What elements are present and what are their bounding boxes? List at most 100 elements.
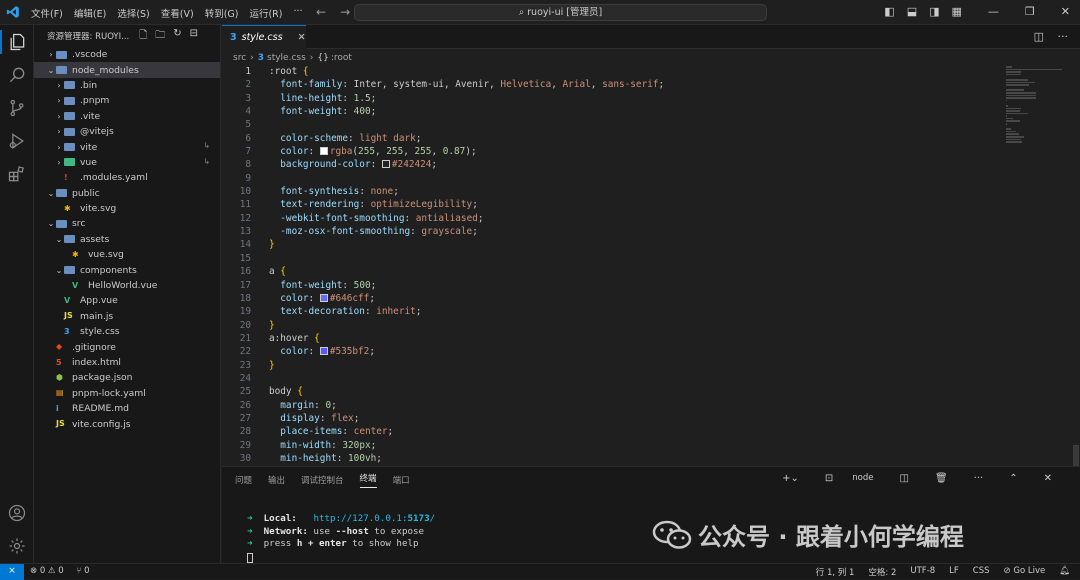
tree-item[interactable]: V App.vue <box>34 293 220 308</box>
tree-item[interactable]: ⌄ components <box>34 262 220 277</box>
tree-item-label: .vscode <box>72 49 108 61</box>
tab-style-css[interactable]: 3 style.css ✕ <box>222 25 306 49</box>
color-swatch[interactable] <box>381 160 390 169</box>
tree-item[interactable]: ⌄ assets <box>34 232 220 247</box>
new-terminal-icon[interactable]: +⌄ <box>782 473 799 484</box>
run-debug-icon[interactable] <box>7 131 27 151</box>
menu-edit[interactable]: 编辑(E) <box>74 6 106 20</box>
close-tab-icon[interactable]: ✕ <box>298 32 306 43</box>
tab-debug-console[interactable]: 调试控制台 <box>301 474 344 486</box>
explorer-icon[interactable] <box>7 32 27 52</box>
menu-goto[interactable]: 转到(G) <box>205 6 239 20</box>
tree-item[interactable]: V HelloWorld.vue <box>34 278 220 293</box>
tab-ports[interactable]: 端口 <box>393 474 410 486</box>
account-icon[interactable] <box>7 503 27 523</box>
tree-item[interactable]: ⬢ package.json <box>34 370 220 385</box>
customize-layout-icon[interactable]: ▦ <box>952 5 962 18</box>
minimize-icon[interactable]: — <box>988 5 999 18</box>
chevron-right-icon: › <box>250 53 254 63</box>
go-live-button[interactable]: ⊘ Go Live <box>1004 566 1046 578</box>
tree-item[interactable]: ✱ vue.svg <box>34 247 220 262</box>
menu-selection[interactable]: 选择(S) <box>117 6 149 20</box>
line-number: 7 <box>245 146 251 158</box>
new-file-icon[interactable]: 🗋 <box>139 28 147 45</box>
tree-item[interactable]: › .vite <box>34 109 220 124</box>
split-terminal-icon[interactable]: ◫ <box>900 473 909 484</box>
search-view-icon[interactable] <box>7 65 27 85</box>
tree-item[interactable]: i README.md <box>34 401 220 416</box>
breadcrumb-file[interactable]: style.css <box>267 53 306 63</box>
minimap[interactable] <box>1006 65 1072 165</box>
toggle-primary-sidebar-icon[interactable]: ◧ <box>884 5 894 18</box>
menu-view[interactable]: 查看(V) <box>161 6 194 20</box>
indentation[interactable]: 空格: 2 <box>868 566 896 578</box>
tree-item[interactable]: 5 index.html <box>34 355 220 370</box>
tree-item[interactable]: JS vite.config.js <box>34 416 220 431</box>
tree-item[interactable]: JS main.js <box>34 309 220 324</box>
chevron-right-icon: › <box>57 96 61 106</box>
toggle-secondary-sidebar-icon[interactable]: ◨ <box>929 5 939 18</box>
symlink-icon: ↳ <box>203 141 210 151</box>
tree-item[interactable]: ▤ pnpm-lock.yaml <box>34 386 220 401</box>
tab-problems[interactable]: 问题 <box>235 474 252 486</box>
tree-item[interactable]: ◆ .gitignore <box>34 339 220 354</box>
menu-more[interactable]: ··· <box>293 6 302 20</box>
cursor-position[interactable]: 行 1, 列 1 <box>816 566 855 578</box>
kill-terminal-icon[interactable]: 🗑 <box>935 473 948 484</box>
close-window-icon[interactable]: ✕ <box>1061 5 1070 18</box>
tree-item[interactable]: › .pnpm <box>34 93 220 108</box>
tree-item[interactable]: › .vscode <box>34 47 220 62</box>
color-swatch[interactable] <box>319 147 328 156</box>
language-mode[interactable]: CSS <box>973 566 990 578</box>
tree-item[interactable]: › @vitejs <box>34 124 220 139</box>
ports-status[interactable]: ⑂ 0 <box>76 566 89 576</box>
restore-icon[interactable]: ❐ <box>1025 5 1035 18</box>
end-of-line[interactable]: LF <box>949 566 959 578</box>
encoding[interactable]: UTF-8 <box>910 566 935 578</box>
problems-status[interactable]: ⊗ 0 ⚠ 0 <box>30 566 64 576</box>
tree-item[interactable]: ⌄ src <box>34 216 220 231</box>
tree-item-label: .gitignore <box>72 341 116 353</box>
tree-item[interactable]: › vue ↳ <box>34 155 220 170</box>
refresh-icon[interactable]: ↻ <box>173 28 181 45</box>
extensions-icon[interactable] <box>7 164 27 184</box>
collapse-all-icon[interactable]: ⊟ <box>190 28 198 45</box>
tree-item[interactable]: 3 style.css <box>34 324 220 339</box>
more-actions-icon[interactable]: ··· <box>1058 30 1069 43</box>
breadcrumb-src[interactable]: src <box>233 53 246 63</box>
close-panel-icon[interactable]: ✕ <box>1044 473 1052 484</box>
menu-run[interactable]: 运行(R) <box>249 6 282 20</box>
split-editor-icon[interactable]: ◫ <box>1034 30 1044 43</box>
code-line: 20} <box>222 319 1002 332</box>
code-line: 30 min-height: 100vh; <box>222 452 1002 465</box>
command-center-search[interactable]: ⌕ ruoyi-ui [管理员] <box>354 4 767 21</box>
tree-item[interactable]: ! .modules.yaml <box>34 170 220 185</box>
source-control-icon[interactable] <box>7 98 27 118</box>
tree-item[interactable]: ⌄ public <box>34 186 220 201</box>
breadcrumb-symbol[interactable]: :root <box>331 53 352 63</box>
color-swatch[interactable] <box>319 293 328 302</box>
more-actions-icon[interactable]: ··· <box>974 473 984 484</box>
tree-item[interactable]: ✱ vite.svg <box>34 201 220 216</box>
new-folder-icon[interactable]: 🗀 <box>155 28 165 45</box>
notifications-bell-icon[interactable]: 🔔︎ <box>1059 566 1070 578</box>
tree-item[interactable]: › vite ↳ <box>34 139 220 154</box>
settings-gear-icon[interactable] <box>7 536 27 556</box>
remote-indicator-icon[interactable]: ⨯ <box>0 564 24 580</box>
toggle-panel-icon[interactable]: ⬓ <box>907 5 917 18</box>
maximize-panel-icon[interactable]: ⌃ <box>1009 473 1017 484</box>
code-line: 16 a { <box>222 265 1002 278</box>
color-swatch[interactable] <box>319 347 328 356</box>
tab-terminal[interactable]: 终端 <box>359 472 377 488</box>
folder-icon <box>64 266 75 275</box>
code-editor[interactable]: 1:root {2 font-family: Inter, system-ui,… <box>222 65 1002 465</box>
tree-item[interactable]: ⌄ node_modules <box>34 62 220 78</box>
menu-file[interactable]: 文件(F) <box>31 6 63 20</box>
tab-output[interactable]: 输出 <box>268 474 285 486</box>
back-arrow-icon[interactable]: ← <box>316 5 326 19</box>
tree-item[interactable]: › .bin <box>34 78 220 93</box>
forward-arrow-icon[interactable]: → <box>340 5 350 19</box>
code-line: 28 place-items: center; <box>222 425 1002 438</box>
editor-tabs: 3 style.css ✕ ◫ ··· <box>222 25 1080 49</box>
terminal-name[interactable]: node <box>852 473 873 484</box>
